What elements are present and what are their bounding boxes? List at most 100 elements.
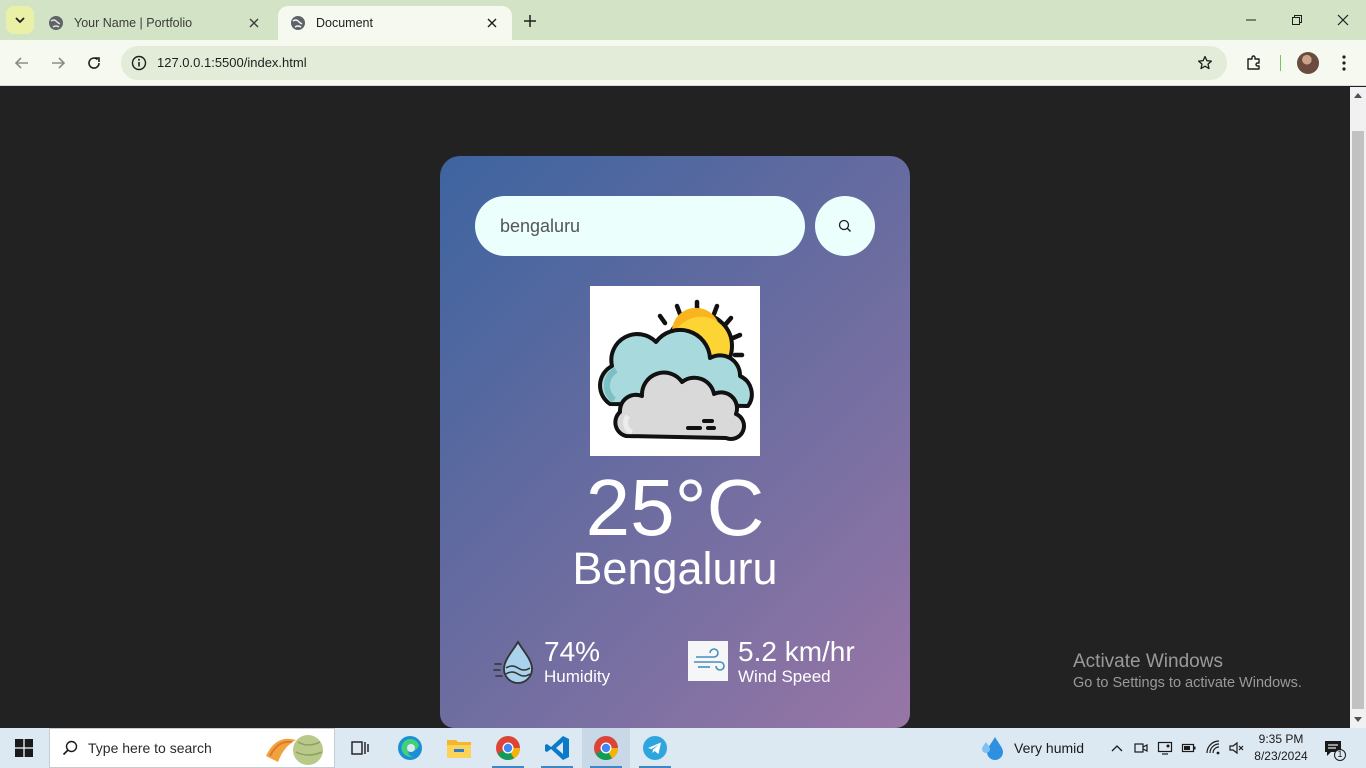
- battery-icon: [1181, 743, 1196, 753]
- vscode-app[interactable]: [533, 728, 581, 768]
- globe-icon: [290, 15, 306, 31]
- search-button[interactable]: [815, 196, 875, 256]
- show-hidden-icons-button[interactable]: [1107, 738, 1127, 758]
- reload-icon: [88, 57, 100, 69]
- watermark-title: Activate Windows: [1073, 651, 1223, 672]
- windows-logo-icon: [15, 739, 33, 757]
- humidity-text: 74% Humidity: [544, 636, 610, 686]
- extensions-button[interactable]: [1243, 52, 1265, 74]
- back-button[interactable]: [8, 49, 36, 77]
- city-search-input[interactable]: [475, 196, 805, 256]
- speaker-muted-icon: [1229, 741, 1244, 755]
- minimize-icon: [1246, 19, 1256, 21]
- chrome-app-1[interactable]: [484, 728, 532, 768]
- arrow-right-icon: [52, 57, 66, 69]
- taskbar-search-box[interactable]: Type here to search: [49, 728, 335, 768]
- close-icon[interactable]: [246, 15, 262, 31]
- city-name: Bengaluru: [572, 543, 778, 594]
- tab-search-button[interactable]: [6, 6, 34, 34]
- activate-windows-watermark: Activate Windows Go to Settings to activ…: [1073, 651, 1302, 693]
- minimize-button[interactable]: [1228, 4, 1274, 36]
- task-view-button[interactable]: [336, 728, 384, 768]
- meet-now-button[interactable]: [1131, 738, 1151, 758]
- scroll-down-arrow-icon[interactable]: [1354, 717, 1362, 722]
- tab-title: Document: [316, 16, 373, 30]
- profile-avatar[interactable]: [1297, 52, 1319, 74]
- forward-button[interactable]: [44, 49, 72, 77]
- clock-date: 8/23/2024: [1254, 749, 1308, 763]
- telegram-app[interactable]: [631, 728, 679, 768]
- page-viewport: 25°C Bengaluru 74% Humidity: [0, 87, 1350, 728]
- new-tab-button[interactable]: [518, 10, 542, 32]
- file-explorer-app[interactable]: [435, 728, 483, 768]
- humidity-drop-icon: [493, 640, 533, 684]
- taskbar-weather-text: Very humid: [1014, 740, 1085, 756]
- kebab-menu-icon: [1342, 55, 1346, 71]
- folder-icon: [447, 740, 471, 758]
- network-indicator[interactable]: [1203, 738, 1223, 758]
- search-icon: [838, 219, 851, 232]
- taskbar-search-placeholder: Type here to search: [88, 740, 212, 756]
- windows-taskbar: Type here to search Very humid 9:35 PM 8…: [0, 728, 1366, 768]
- address-bar[interactable]: 127.0.0.1:5500/index.html: [121, 46, 1227, 80]
- wind-icon: [688, 641, 728, 681]
- edge-app[interactable]: [386, 728, 434, 768]
- page-scrollbar[interactable]: [1350, 87, 1366, 728]
- tab-document[interactable]: Document: [278, 6, 512, 40]
- notification-center-button[interactable]: 1: [1322, 737, 1346, 761]
- toolbar-divider: [1280, 55, 1281, 71]
- close-icon[interactable]: [484, 15, 500, 31]
- restore-button[interactable]: [1274, 4, 1320, 36]
- tab-title: Your Name | Portfolio: [74, 16, 193, 30]
- vscode-icon: [545, 736, 569, 760]
- battery-indicator[interactable]: [1179, 738, 1199, 758]
- wind-value: 5.2 km/hr: [738, 636, 855, 667]
- chrome-icon: [496, 736, 520, 761]
- humidity-drop-icon: [982, 737, 1003, 760]
- start-button[interactable]: [0, 728, 48, 768]
- search-icon: [62, 740, 78, 756]
- arrow-left-icon: [14, 57, 28, 69]
- humidity-value: 74%: [544, 636, 601, 667]
- watermark-subtitle: Go to Settings to activate Windows.: [1073, 675, 1302, 691]
- task-view-icon: [351, 741, 369, 755]
- humidity-label: Humidity: [544, 667, 611, 686]
- scroll-up-arrow-icon[interactable]: [1354, 93, 1362, 98]
- restore-icon: [1292, 15, 1302, 25]
- tab-portfolio[interactable]: Your Name | Portfolio: [36, 6, 274, 40]
- sun-behind-clouds-icon: [590, 286, 760, 456]
- wifi-icon: [1206, 740, 1220, 755]
- camera-icon: [1134, 743, 1148, 753]
- telegram-icon: [643, 736, 667, 760]
- humidity-block: 74% Humidity: [492, 636, 610, 686]
- close-icon: [1337, 14, 1349, 26]
- screen-share-button[interactable]: [1155, 738, 1175, 758]
- chrome-icon: [594, 736, 618, 761]
- display-icon: [1157, 741, 1173, 755]
- close-window-button[interactable]: [1320, 4, 1366, 36]
- puzzle-icon: [1247, 55, 1260, 70]
- chevron-down-icon: [15, 17, 25, 24]
- notification-count: 1: [1337, 749, 1343, 759]
- weather-card: 25°C Bengaluru 74% Humidity: [440, 156, 910, 728]
- chrome-app-2[interactable]: [582, 728, 630, 768]
- wind-label: Wind Speed: [738, 667, 831, 686]
- scroll-thumb[interactable]: [1352, 131, 1364, 709]
- edge-icon: [398, 736, 422, 760]
- clock-time: 9:35 PM: [1258, 732, 1304, 746]
- melon-illustration-icon: [262, 732, 328, 768]
- chevron-up-icon: [1111, 745, 1123, 752]
- menu-button[interactable]: [1333, 52, 1355, 74]
- taskbar-clock[interactable]: 9:35 PM 8/23/2024: [1251, 731, 1311, 765]
- url-text: 127.0.0.1:5500/index.html: [157, 55, 307, 70]
- volume-indicator[interactable]: [1226, 738, 1246, 758]
- browser-tab-bar: Your Name | Portfolio Document: [0, 0, 1366, 40]
- reload-button[interactable]: [80, 49, 108, 77]
- info-icon[interactable]: [129, 53, 149, 73]
- taskbar-weather[interactable]: Very humid: [980, 728, 1084, 768]
- wind-text: 5.2 km/hr Wind Speed: [738, 636, 855, 686]
- browser-toolbar: 127.0.0.1:5500/index.html: [0, 40, 1366, 86]
- plus-icon: [524, 15, 536, 27]
- bookmark-star-icon[interactable]: [1195, 53, 1215, 73]
- wind-block: 5.2 km/hr Wind Speed: [688, 636, 855, 686]
